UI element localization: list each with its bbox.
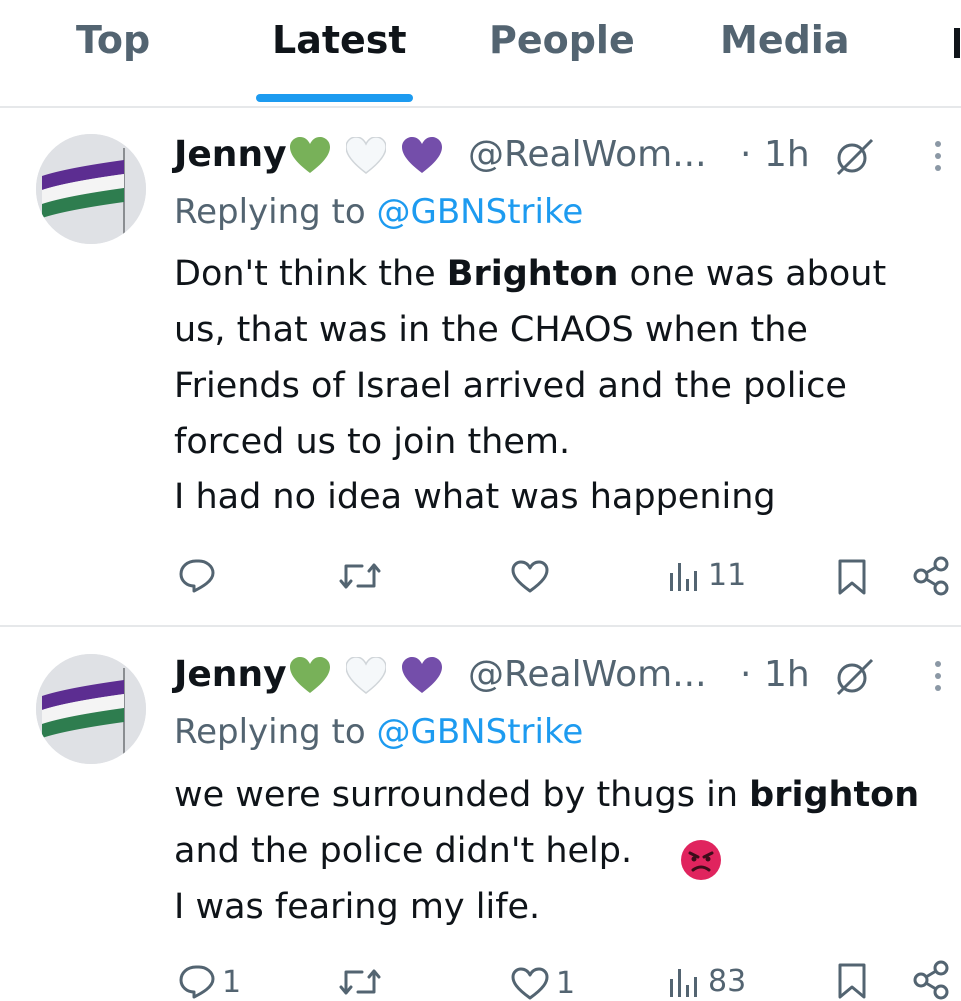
reply-icon	[179, 559, 215, 593]
tweet-text-line: Friends of Israel arrived and the police	[174, 366, 847, 406]
separator-dot: ·	[740, 654, 752, 695]
display-name[interactable]: Jenny	[174, 654, 287, 695]
timestamp[interactable]: 1h	[764, 134, 810, 175]
replying-to: Replying to @GBNStrike	[174, 192, 583, 232]
replying-to-link[interactable]: @GBNStrike	[377, 712, 584, 752]
share-icon[interactable]	[912, 960, 950, 1000]
views-chart-icon	[670, 562, 697, 591]
tab-overflow-edge	[954, 28, 960, 58]
tweet-text-line: forced us to join them.	[174, 422, 571, 462]
tab-people[interactable]: People	[489, 18, 635, 62]
text-span: we were surrounded by thugs in	[174, 775, 750, 815]
retweet-button[interactable]	[338, 966, 388, 998]
white-heart-icon	[346, 657, 386, 694]
more-options-icon[interactable]	[928, 658, 948, 698]
text-span: and the police didn't help.	[174, 831, 633, 871]
tab-latest[interactable]: Latest	[272, 18, 407, 62]
views-chart-icon	[670, 968, 697, 997]
display-name[interactable]: Jenny	[174, 134, 287, 175]
timestamp[interactable]: 1h	[764, 654, 810, 695]
text-span: one was about	[618, 254, 887, 294]
tweet-text-line: I was fearing my life.	[174, 887, 541, 927]
share-icon[interactable]	[912, 556, 950, 596]
separator-dot: ·	[740, 134, 752, 175]
angry-face-icon	[681, 840, 721, 880]
bookmark-icon[interactable]	[836, 558, 868, 596]
tweet-text-line: I had no idea what was happening	[174, 477, 776, 517]
views-button[interactable]: 11	[668, 558, 746, 593]
retweet-icon	[339, 969, 381, 995]
retweet-button[interactable]	[338, 560, 388, 592]
active-tab-indicator	[256, 94, 413, 102]
like-button[interactable]: 1	[510, 966, 575, 1001]
replying-to: Replying to @GBNStrike	[174, 712, 583, 752]
avatar[interactable]	[36, 134, 146, 244]
bold-text: brighton	[749, 775, 920, 815]
muted-icon	[836, 138, 874, 176]
more-options-icon[interactable]	[928, 138, 948, 178]
tweet-text-line: we were surrounded by thugs in brighton	[174, 775, 919, 815]
tweet-header: Jenny @RealWom... · 1h	[174, 654, 954, 700]
like-button[interactable]	[510, 560, 556, 594]
tweet-text-line: us, that was in the CHAOS when the	[174, 310, 808, 350]
tweet-divider	[0, 625, 961, 627]
bookmark-icon[interactable]	[836, 962, 868, 1000]
tweet-text-line: and the police didn't help.	[174, 831, 721, 880]
reply-count: 1	[222, 964, 242, 1000]
purple-heart-icon	[402, 657, 442, 693]
tab-bar: Top Latest People Media	[0, 0, 961, 108]
like-icon	[511, 967, 549, 999]
suffragette-flag-icon	[36, 134, 146, 244]
like-icon	[511, 560, 549, 593]
tab-media[interactable]: Media	[720, 18, 849, 62]
tab-top[interactable]: Top	[76, 18, 150, 62]
reply-button[interactable]: 1	[178, 964, 241, 1000]
green-heart-icon	[290, 657, 330, 693]
bold-text: Brighton	[446, 254, 619, 294]
user-handle[interactable]: @RealWom...	[468, 654, 707, 695]
replying-to-label: Replying to	[174, 192, 377, 232]
suffragette-flag-icon	[36, 654, 146, 764]
reply-button[interactable]	[178, 558, 222, 594]
tweet-text-line: Don't think the Brighton one was about	[174, 254, 886, 294]
retweet-icon	[339, 563, 381, 589]
green-heart-icon	[290, 137, 330, 173]
like-count: 1	[556, 966, 576, 1001]
reply-icon	[179, 965, 215, 999]
replying-to-link[interactable]: @GBNStrike	[377, 192, 584, 232]
views-count: 83	[708, 964, 747, 999]
text-span: Don't think the	[174, 254, 447, 294]
white-heart-icon	[346, 137, 386, 174]
user-handle[interactable]: @RealWom...	[468, 134, 707, 175]
views-count: 11	[708, 558, 747, 593]
purple-heart-icon	[402, 137, 442, 173]
tweet-header: Jenny @RealWom... · 1h	[174, 134, 954, 180]
replying-to-label: Replying to	[174, 712, 377, 752]
muted-icon	[836, 658, 874, 696]
views-button[interactable]: 83	[668, 964, 746, 999]
avatar[interactable]	[36, 654, 146, 764]
